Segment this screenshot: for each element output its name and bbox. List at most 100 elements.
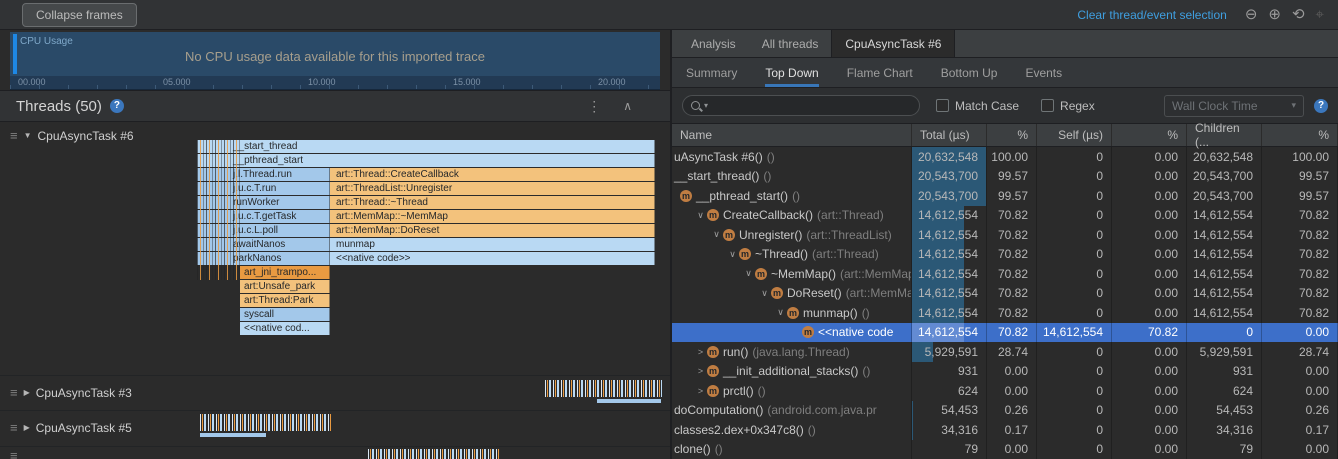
- flame-bar[interactable]: <<native cod...: [240, 322, 330, 335]
- timeline-ruler[interactable]: 00.00005.00010.00015.00020.000: [10, 76, 660, 90]
- column-header-self-s[interactable]: Self (µs): [1037, 124, 1112, 146]
- subtab-events[interactable]: Events: [1025, 58, 1062, 87]
- clear-selection-link[interactable]: Clear thread/event selection: [1077, 8, 1226, 22]
- total-value: 20,543,700: [918, 189, 978, 203]
- children-pct-cell: 0.00: [1262, 362, 1338, 382]
- expand-triangle-icon[interactable]: ▶: [24, 388, 30, 397]
- table-row[interactable]: classes2.dex+0x347c8()()34,3160.1700.003…: [672, 420, 1338, 440]
- column-header-[interactable]: %: [987, 124, 1037, 146]
- children-cell: 5,929,591: [1187, 342, 1262, 362]
- tab-all-threads[interactable]: All threads: [749, 30, 832, 57]
- flame-bar[interactable]: <<native code>>: [330, 252, 655, 265]
- flame-bar[interactable]: art::MemMap::~MemMap: [330, 210, 655, 223]
- total-cell: 20,632,548: [912, 147, 987, 167]
- zoom-out-icon[interactable]: ⊖: [1245, 7, 1258, 22]
- tab-analysis[interactable]: Analysis: [678, 30, 749, 57]
- flame-bar[interactable]: art::Thread::CreateCallback: [330, 168, 655, 181]
- subtab-summary[interactable]: Summary: [686, 58, 737, 87]
- collapse-panel-icon[interactable]: ∧: [623, 99, 632, 113]
- reset-zoom-icon[interactable]: ⟲: [1292, 7, 1305, 22]
- table-row[interactable]: ∨m~Thread()(art::Thread)14,612,55470.820…: [672, 245, 1338, 265]
- flame-bar[interactable]: __start_thread: [197, 140, 655, 153]
- thread-row-cpuasynctask-3[interactable]: ≡ ▶ CpuAsyncTask #3: [0, 375, 670, 410]
- flame-bar[interactable]: syscall: [240, 308, 330, 321]
- children-pct-cell: 70.82: [1262, 245, 1338, 265]
- table-row[interactable]: __start_thread()()20,543,70099.5700.0020…: [672, 167, 1338, 187]
- thread-row-cpuasynctask-5[interactable]: ≡ ▶ CpuAsyncTask #5: [0, 410, 670, 446]
- clock-type-dropdown[interactable]: Wall Clock Time ▾: [1164, 95, 1304, 117]
- search-input[interactable]: ▾: [682, 95, 920, 116]
- drag-handle-icon[interactable]: ≡: [10, 385, 18, 400]
- tab-cpuasynctask-6[interactable]: CpuAsyncTask #6: [831, 30, 955, 57]
- table-row[interactable]: ∨m~MemMap()(art::MemMap)14,612,55470.820…: [672, 264, 1338, 284]
- checkbox-box[interactable]: [1041, 99, 1054, 112]
- method-name: ~Thread(): [755, 247, 808, 261]
- thread-name: CpuAsyncTask #6: [38, 129, 134, 143]
- thread-row-cpuasynctask-6[interactable]: ≡ ▼ CpuAsyncTask #6 __start_thread__pthr…: [0, 122, 670, 375]
- table-row[interactable]: >mrun()(java.lang.Thread)5,929,59128.740…: [672, 342, 1338, 362]
- method-icon: m: [787, 307, 799, 319]
- children-cell: 54,453: [1187, 401, 1262, 421]
- subtab-bottom-up[interactable]: Bottom Up: [941, 58, 998, 87]
- zoom-to-selection-icon[interactable]: ⌖: [1316, 7, 1324, 22]
- collapse-frames-button[interactable]: Collapse frames: [22, 3, 137, 27]
- column-header-[interactable]: %: [1262, 124, 1338, 146]
- checkbox-box[interactable]: [936, 99, 949, 112]
- table-row[interactable]: >mprctl()()6240.0000.006240.00: [672, 381, 1338, 401]
- kebab-menu-icon[interactable]: ⋮: [587, 98, 601, 115]
- match-case-checkbox[interactable]: Match Case: [936, 99, 1019, 113]
- expand-chevron-icon[interactable]: >: [694, 366, 707, 376]
- drag-handle-icon[interactable]: ≡: [10, 128, 18, 143]
- flame-bar[interactable]: art::MemMap::DoReset: [330, 224, 655, 237]
- table-row[interactable]: doComputation()(android.com.java.pr54,45…: [672, 401, 1338, 421]
- table-row[interactable]: ∨mCreateCallback()(art::Thread)14,612,55…: [672, 206, 1338, 226]
- total-value: 14,612,554: [918, 325, 978, 339]
- collapse-triangle-icon[interactable]: ▼: [24, 131, 32, 140]
- table-row[interactable]: ∨mDoReset()(art::MemMap)14,612,55470.820…: [672, 284, 1338, 304]
- collapse-chevron-icon[interactable]: ∨: [710, 229, 723, 240]
- cpu-usage-label: CPU Usage: [20, 36, 73, 47]
- flame-bar[interactable]: art::ThreadList::Unregister: [330, 182, 655, 195]
- drag-handle-icon[interactable]: ≡: [10, 420, 18, 435]
- collapse-chevron-icon[interactable]: ∨: [726, 249, 739, 260]
- table-row[interactable]: ∨mmunmap()()14,612,55470.8200.0014,612,5…: [672, 303, 1338, 323]
- flame-bar[interactable]: art:Unsafe_park: [240, 280, 330, 293]
- table-row[interactable]: clone()()790.0000.00790.00: [672, 440, 1338, 459]
- expand-triangle-icon[interactable]: ▶: [24, 423, 30, 432]
- search-options-chevron-icon[interactable]: ▾: [704, 101, 708, 110]
- regex-checkbox[interactable]: Regex: [1041, 99, 1095, 113]
- flame-bar[interactable]: art:Thread:Park: [240, 294, 330, 307]
- collapse-chevron-icon[interactable]: ∨: [742, 268, 755, 279]
- total-cell: 34,316: [912, 420, 987, 440]
- flame-bar[interactable]: art_jni_trampo...: [240, 266, 330, 279]
- total-pct-cell: 70.82: [987, 323, 1037, 343]
- column-header-name[interactable]: Name: [672, 124, 912, 146]
- table-row[interactable]: ∨mUnregister()(art::ThreadList)14,612,55…: [672, 225, 1338, 245]
- column-header-total-s[interactable]: Total (µs): [912, 124, 987, 146]
- method-package: (art::MemMap): [840, 267, 912, 281]
- table-row[interactable]: >m__init_additional_stacks()()9310.0000.…: [672, 362, 1338, 382]
- method-icon: m: [707, 385, 719, 397]
- expand-chevron-icon[interactable]: >: [694, 347, 707, 357]
- collapse-chevron-icon[interactable]: ∨: [758, 288, 771, 299]
- column-header-children[interactable]: Children (...: [1187, 124, 1262, 146]
- cpu-usage-track[interactable]: CPU Usage No CPU usage data available fo…: [10, 32, 660, 76]
- drag-handle-icon[interactable]: ≡: [10, 448, 18, 459]
- collapse-chevron-icon[interactable]: ∨: [694, 210, 707, 221]
- subtab-top-down[interactable]: Top Down: [765, 58, 818, 87]
- column-header-[interactable]: %: [1112, 124, 1187, 146]
- zoom-in-icon[interactable]: ⊕: [1268, 7, 1281, 22]
- collapse-chevron-icon[interactable]: ∨: [774, 307, 787, 318]
- table-row[interactable]: m__pthread_start()()20,543,70099.5700.00…: [672, 186, 1338, 206]
- subtab-flame-chart[interactable]: Flame Chart: [847, 58, 913, 87]
- total-value: 20,543,700: [918, 169, 978, 183]
- help-icon[interactable]: ?: [110, 99, 124, 113]
- flame-bar[interactable]: art::Thread::~Thread: [330, 196, 655, 209]
- flame-bar[interactable]: munmap: [330, 238, 655, 251]
- thread-row-partial[interactable]: ≡: [0, 446, 670, 459]
- table-row[interactable]: m<<native code14,612,55470.8214,612,5547…: [672, 323, 1338, 343]
- expand-chevron-icon[interactable]: >: [694, 386, 707, 396]
- flame-bar[interactable]: __pthread_start: [197, 154, 655, 167]
- table-row[interactable]: uAsyncTask #6()()20,632,548100.0000.0020…: [672, 147, 1338, 167]
- help-icon[interactable]: ?: [1314, 99, 1328, 113]
